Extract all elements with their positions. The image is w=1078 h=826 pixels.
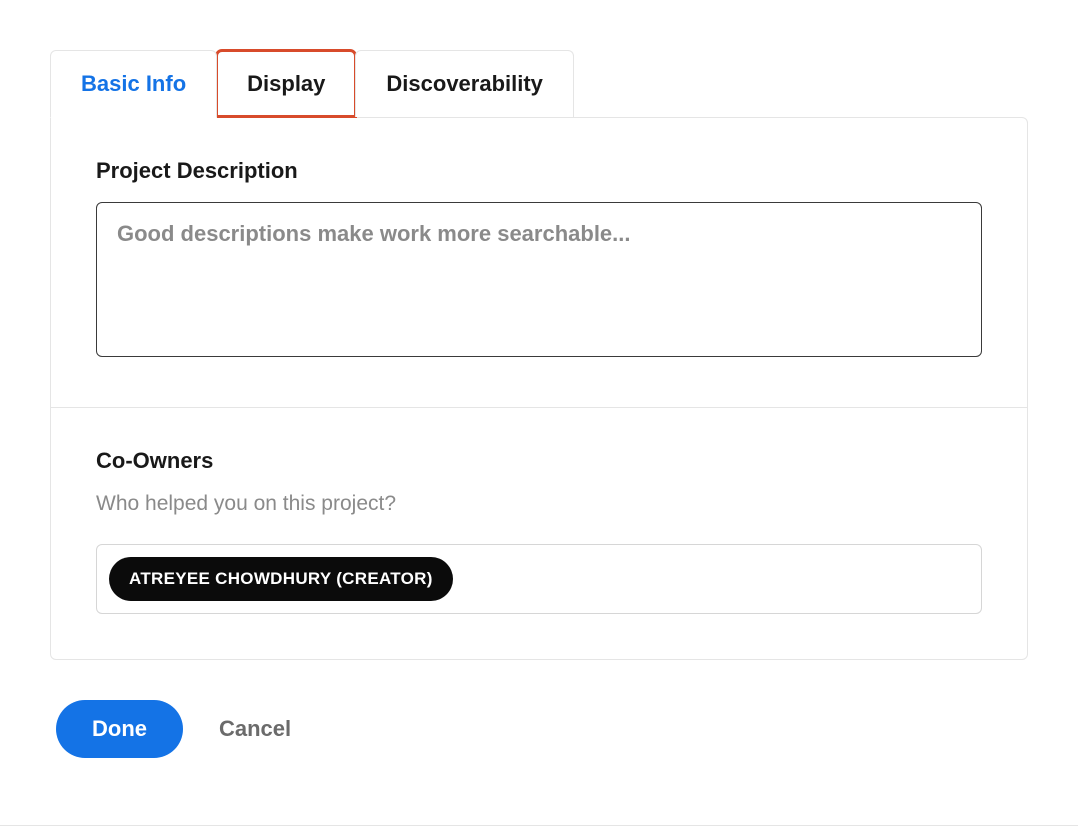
cancel-button[interactable]: Cancel: [219, 716, 291, 742]
co-owners-input[interactable]: ATREYEE CHOWDHURY (CREATOR): [96, 544, 982, 614]
project-description-section: Project Description: [51, 118, 1027, 407]
done-button[interactable]: Done: [56, 700, 183, 758]
co-owners-subtitle: Who helped you on this project?: [96, 492, 982, 516]
project-description-input[interactable]: [96, 202, 982, 357]
co-owners-section: Co-Owners Who helped you on this project…: [51, 407, 1027, 659]
settings-panel: Project Description Co-Owners Who helped…: [50, 117, 1028, 660]
tab-display[interactable]: Display: [216, 50, 356, 117]
tab-basic-info[interactable]: Basic Info: [50, 50, 217, 118]
project-description-title: Project Description: [96, 158, 982, 184]
footer-actions: Done Cancel: [50, 660, 1028, 758]
tab-discoverability[interactable]: Discoverability: [355, 50, 574, 117]
tab-bar: Basic Info Display Discoverability: [50, 50, 1028, 117]
owner-chip[interactable]: ATREYEE CHOWDHURY (CREATOR): [109, 557, 453, 601]
co-owners-title: Co-Owners: [96, 448, 982, 474]
